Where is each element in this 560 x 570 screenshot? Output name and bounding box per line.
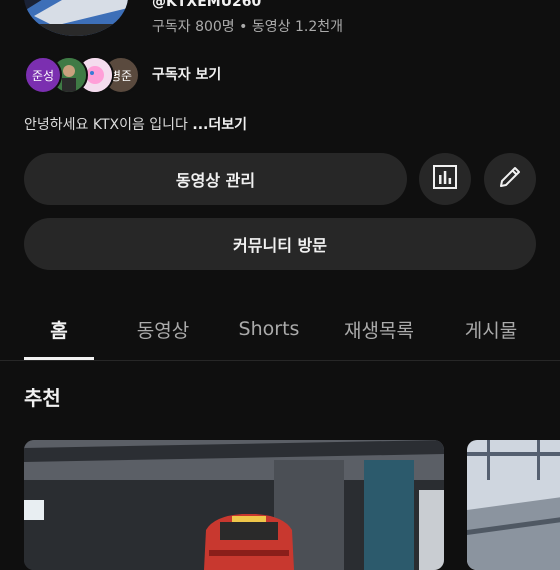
- tab-shorts[interactable]: Shorts: [224, 300, 314, 358]
- view-subscribers-link[interactable]: 구독자 보기: [152, 64, 221, 84]
- analytics-button[interactable]: [419, 153, 471, 205]
- channel-description[interactable]: 안녕하세요 KTX이음 입니다 ...더보기: [24, 114, 247, 134]
- tab-posts[interactable]: 게시물: [446, 300, 536, 358]
- channel-stats: 구독자 800명 • 동영상 1.2천개: [152, 16, 343, 36]
- video-count: 동영상 1.2천개: [251, 19, 343, 35]
- section-title: 추천: [24, 386, 61, 410]
- description-text: 안녕하세요 KTX이음 입니다: [24, 117, 188, 133]
- tab-playlists[interactable]: 재생목록: [330, 300, 428, 358]
- active-tab-indicator: [24, 357, 94, 360]
- video-thumbnail[interactable]: [467, 440, 560, 570]
- visit-community-button[interactable]: 커뮤니티 방문: [24, 218, 536, 270]
- subscriber-avatar: 준성: [24, 56, 62, 94]
- subscriber-avatars[interactable]: 준성 병준: [24, 56, 144, 94]
- tab-videos[interactable]: 동영상: [118, 300, 208, 358]
- video-thumbnail[interactable]: [24, 440, 444, 570]
- tab-home[interactable]: 홈: [24, 300, 94, 358]
- stats-separator: •: [239, 19, 248, 35]
- manage-videos-button[interactable]: 동영상 관리: [24, 153, 407, 205]
- channel-avatar[interactable]: [24, 0, 128, 36]
- channel-handle: @KTXEMU260: [152, 0, 262, 10]
- pencil-icon: [497, 164, 523, 194]
- channel-tabs: 홈 동영상 Shorts 재생목록 게시물: [0, 300, 560, 361]
- bar-chart-icon: [432, 164, 458, 194]
- more-link[interactable]: ...더보기: [192, 117, 247, 133]
- subscriber-count: 구독자 800명: [152, 19, 235, 35]
- edit-channel-button[interactable]: [484, 153, 536, 205]
